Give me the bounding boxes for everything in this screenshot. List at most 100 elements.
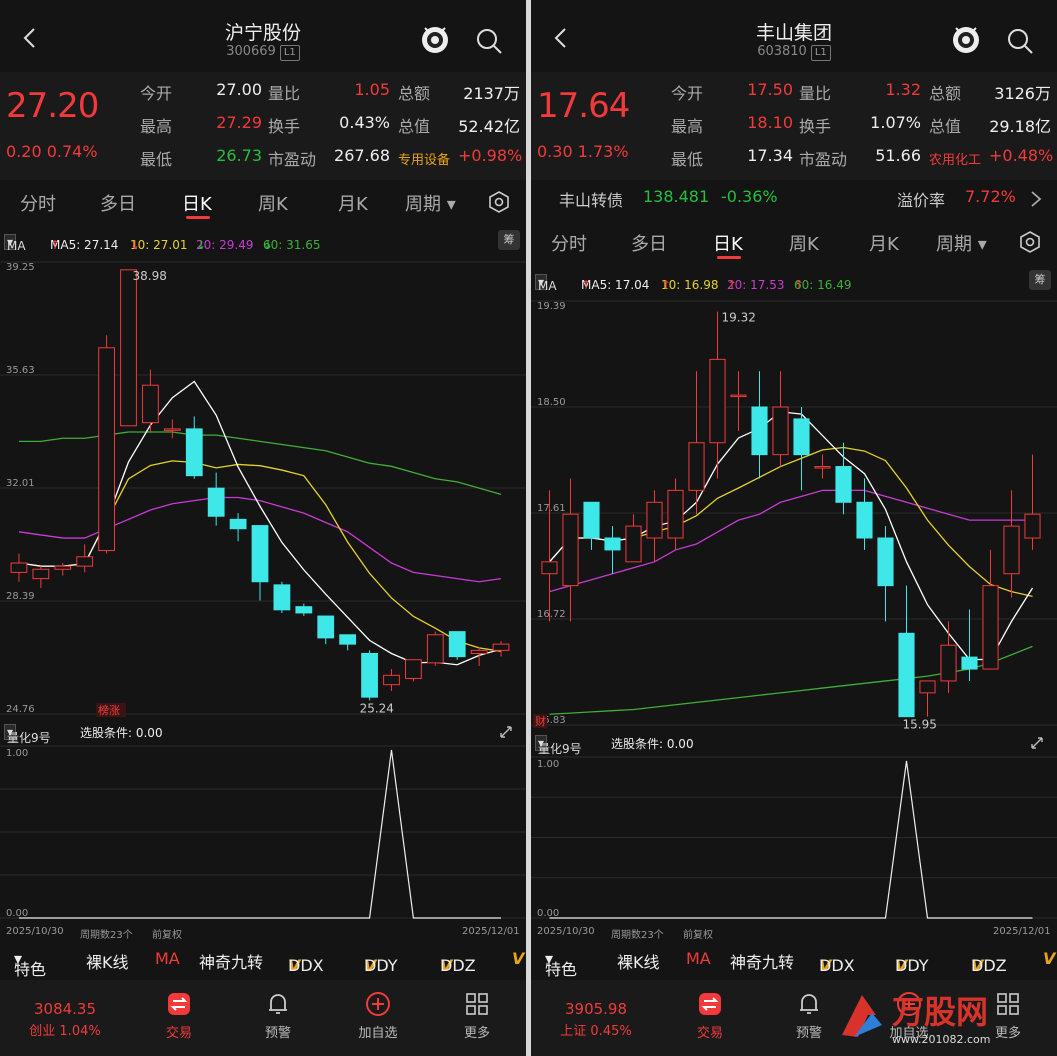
tab-period[interactable]: 周期 ▾	[936, 230, 987, 256]
y-axis-label: 18.50	[537, 397, 566, 408]
chip-distribution-button[interactable]: 筹	[1029, 270, 1051, 290]
y-axis-label: 28.39	[6, 591, 35, 602]
indicator-max-label: 1.00	[537, 759, 559, 770]
indicator-condition: 选股条件: 0.00	[611, 737, 694, 751]
ma-selector[interactable]: MA ▾	[4, 234, 26, 253]
candle-body	[492, 643, 510, 651]
quote-label: 量比	[799, 84, 832, 103]
premium-value: 7.72%	[965, 187, 1016, 206]
ma-toggle[interactable]: MA	[155, 949, 180, 968]
nav-trade[interactable]: 交易	[665, 990, 755, 1041]
feature-menu[interactable]: 特色 ▾	[14, 949, 46, 979]
candle-body	[470, 649, 488, 654]
search-icon[interactable]	[474, 26, 504, 56]
tab-monthly-k[interactable]: 月K	[869, 230, 899, 256]
period-count: 周期数23个	[611, 930, 664, 941]
event-badge[interactable]: 榜涨	[98, 703, 120, 717]
candle-body	[730, 394, 747, 398]
nav-more[interactable]: 更多	[432, 990, 522, 1041]
nav-index-ticker[interactable]: 3084.35 创业 1.04%	[20, 990, 110, 1039]
date-range-row: 2025/10/30 周期数23个 前复权 2025/12/01	[0, 926, 526, 942]
ma-selector[interactable]: MA ▾	[535, 274, 557, 293]
stock-code: 300669	[226, 44, 276, 59]
y-axis-label: 16.72	[537, 609, 566, 620]
quote-label: 最低	[671, 150, 704, 169]
candle-body	[142, 384, 159, 424]
naked-k-button[interactable]: 裸K线	[617, 949, 660, 973]
candle-body	[54, 565, 72, 570]
event-badge[interactable]: 财	[535, 714, 546, 728]
quote-label: 换手	[268, 117, 301, 136]
convertible-bond-row[interactable]: 丰山转债 138.481 -0.36% 溢价率 7.72%	[531, 180, 1057, 218]
magic-nine-button[interactable]: 神奇九转	[730, 949, 794, 973]
quote-value: 27.29	[216, 113, 262, 132]
candle	[709, 311, 726, 479]
indicator-line	[549, 760, 1033, 919]
industry-name[interactable]: 专用设备	[398, 149, 450, 168]
kline-chart[interactable]: 19.3918.5017.6116.7215.8319.3215.95财	[531, 293, 1057, 731]
y-axis-label: 19.39	[537, 301, 566, 312]
candle-body	[185, 428, 203, 477]
tab-multiday[interactable]: 多日	[100, 190, 136, 216]
tab-multiday[interactable]: 多日	[631, 230, 667, 256]
indicator-selector[interactable]: 量化9号 ▾	[535, 735, 582, 756]
tab-intraday[interactable]: 分时	[551, 230, 587, 256]
vip-mark-overflow: V	[1043, 949, 1056, 968]
feature-menu[interactable]: 特色 ▾	[545, 949, 577, 979]
y-axis-label: 17.61	[537, 503, 566, 514]
search-icon[interactable]	[1005, 26, 1035, 56]
quote-label: 市盈动	[799, 150, 848, 169]
candle	[793, 407, 810, 491]
start-date: 2025/10/30	[537, 926, 595, 937]
candle	[163, 419, 181, 439]
indicator-selector[interactable]: 量化9号 ▾	[4, 724, 51, 745]
ma-toggle[interactable]: MA	[686, 949, 711, 968]
low-price-label: 15.95	[903, 718, 937, 731]
grid-more-icon	[466, 993, 488, 1015]
nav-index-ticker[interactable]: 3905.98 上证 0.45%	[551, 990, 641, 1039]
candle-body	[709, 358, 726, 444]
tab-period[interactable]: 周期 ▾	[405, 190, 456, 216]
indicator-chart[interactable]: 1.00 0.00	[0, 742, 526, 924]
naked-k-button[interactable]: 裸K线	[86, 949, 129, 973]
candle	[76, 544, 94, 573]
candle	[251, 525, 269, 601]
quote-label: 今开	[140, 84, 173, 103]
expand-icon[interactable]	[496, 722, 516, 742]
nav-alert[interactable]: 预警	[233, 990, 323, 1041]
ddx-label: DDX	[819, 956, 855, 975]
y-axis-label: 35.63	[6, 365, 35, 376]
tab-intraday[interactable]: 分时	[20, 190, 56, 216]
kline-chart[interactable]: 39.25 35.63 32.01 28.39 24.76 38.98 25.24 榜涨	[0, 254, 526, 720]
candle	[898, 585, 915, 718]
ma5-text: MA5: 27.14	[50, 238, 119, 252]
robot-assistant-icon[interactable]	[949, 22, 983, 56]
indicator-chart[interactable]: 1.00 0.00	[531, 753, 1057, 924]
candle-body	[98, 347, 115, 552]
tab-weekly-k[interactable]: 周K	[258, 190, 288, 216]
chip-distribution-button[interactable]: 筹	[498, 230, 520, 250]
robot-assistant-icon[interactable]	[418, 22, 452, 56]
tab-daily-k[interactable]: 日K	[713, 230, 743, 256]
nav-trade[interactable]: 交易	[134, 990, 224, 1041]
ma5-text: MA5: 17.04	[581, 278, 650, 292]
magic-nine-button[interactable]: 神奇九转	[199, 949, 263, 973]
expand-icon[interactable]	[1027, 733, 1047, 753]
index-change: 创业 1.04%	[29, 1024, 101, 1039]
quote-value: 52.42亿	[458, 117, 520, 136]
tab-weekly-k[interactable]: 周K	[789, 230, 819, 256]
settings-hexagon-icon[interactable]	[487, 190, 511, 214]
tab-daily-k[interactable]: 日K	[182, 190, 212, 216]
nav-add-watchlist[interactable]: 加自选	[333, 990, 423, 1041]
settings-hexagon-icon[interactable]	[1018, 230, 1042, 254]
ddx-label: DDX	[288, 956, 324, 975]
tab-monthly-k[interactable]: 月K	[338, 190, 368, 216]
industry-name[interactable]: 农用化工	[929, 149, 981, 168]
quote-label: 今开	[671, 84, 704, 103]
candle	[54, 563, 72, 576]
left-stock-panel: 沪宁股份 300669 L1 27.20 0.20 0.74% 今开 27.00 …	[0, 0, 526, 1056]
site-watermark-logo: 万股网 www.201082.com	[842, 993, 990, 1046]
chevron-right-icon	[1031, 191, 1042, 207]
quote-label: 最低	[140, 150, 173, 169]
candle	[317, 615, 335, 645]
